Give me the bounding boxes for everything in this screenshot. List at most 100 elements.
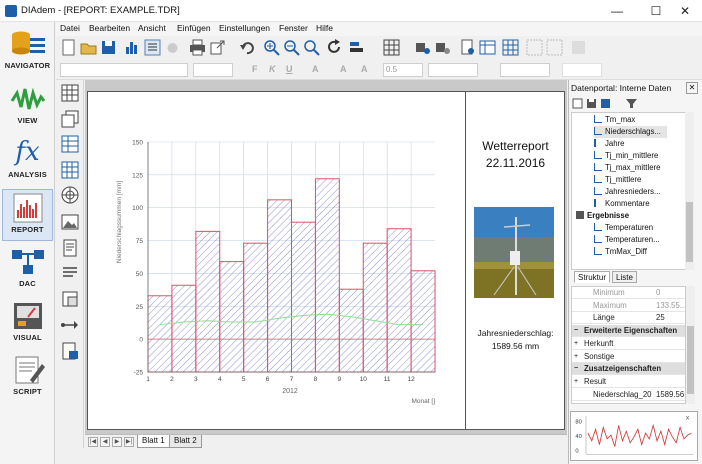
new-group-icon[interactable] bbox=[572, 98, 583, 109]
tree-item[interactable]: Tj_max_mittlere bbox=[594, 162, 660, 174]
grid-table-icon[interactable] bbox=[61, 161, 79, 179]
nav-item-dac[interactable]: DAC bbox=[2, 244, 53, 296]
properties-scrollbar[interactable] bbox=[686, 286, 695, 404]
tree-scroll-thumb[interactable] bbox=[686, 202, 693, 262]
data-table-icon[interactable] bbox=[61, 135, 79, 153]
property-row[interactable]: Niederschlag_20 1589.56 bbox=[572, 389, 685, 401]
print-icon[interactable] bbox=[189, 39, 206, 56]
expand-icon[interactable]: + bbox=[574, 376, 578, 388]
nav-item-view[interactable]: VIEW bbox=[2, 81, 53, 133]
new-file-icon[interactable] bbox=[60, 39, 77, 56]
zoom-fit-icon[interactable] bbox=[303, 39, 320, 56]
fill-color-combo[interactable] bbox=[562, 63, 602, 77]
portal-save-icon[interactable] bbox=[586, 98, 597, 109]
font-color-icon[interactable]: A bbox=[312, 64, 319, 74]
menu-ansicht[interactable]: Ansicht bbox=[138, 23, 166, 33]
shape-icon[interactable] bbox=[61, 290, 79, 308]
nav-item-visual[interactable]: VISUAL bbox=[2, 298, 53, 350]
collapse-icon[interactable]: − bbox=[574, 325, 578, 337]
property-row[interactable]: Länge 25 bbox=[572, 312, 685, 325]
page-settings-icon[interactable] bbox=[459, 39, 476, 56]
tree-item[interactable]: Niederschlags... bbox=[594, 126, 667, 138]
line-width-combo[interactable]: 0.5 bbox=[383, 63, 423, 77]
export-icon[interactable] bbox=[209, 39, 226, 56]
undo-icon[interactable] bbox=[239, 39, 256, 56]
underline-button[interactable]: U bbox=[286, 64, 293, 74]
font-name-combo[interactable] bbox=[60, 63, 188, 77]
precipitation-chart[interactable]: -2502550751001251501 2 3 4 5 6 7 8 9 10 11 12 Niede… bbox=[88, 92, 464, 428]
property-row[interactable]: + Sonstige bbox=[572, 351, 685, 363]
close-icon[interactable]: ✕ bbox=[668, 2, 702, 20]
bring-front-icon[interactable] bbox=[570, 39, 587, 56]
menu-einstellungen[interactable]: Einstellungen bbox=[219, 23, 270, 33]
property-row[interactable]: Maximum 133.55... bbox=[572, 300, 685, 312]
tree-item[interactable]: Ergebnisse bbox=[576, 210, 629, 222]
menu-hilfe[interactable]: Hilfe bbox=[316, 23, 333, 33]
tree-item[interactable]: Tj_min_mittlere bbox=[594, 150, 658, 162]
text-document-icon[interactable] bbox=[61, 239, 79, 257]
property-row[interactable]: + Herkunft bbox=[572, 338, 685, 350]
next-sheet-icon[interactable]: ▶ bbox=[112, 437, 122, 447]
curve-edit-icon[interactable] bbox=[434, 39, 451, 56]
panel-close-icon[interactable]: ✕ bbox=[686, 82, 698, 94]
property-row[interactable]: − Erweiterte Eigenschaften bbox=[572, 325, 685, 338]
zoom-out-icon[interactable] bbox=[283, 39, 300, 56]
bar-chart-icon[interactable] bbox=[124, 39, 141, 56]
zoom-in-icon[interactable] bbox=[263, 39, 280, 56]
matrix-icon[interactable] bbox=[502, 39, 519, 56]
preview-close-icon[interactable]: x bbox=[686, 415, 690, 422]
font-size-combo[interactable] bbox=[193, 63, 233, 77]
bold-button[interactable]: F bbox=[252, 64, 258, 74]
grid-icon[interactable] bbox=[383, 39, 400, 56]
formula-doc-icon[interactable] bbox=[61, 342, 79, 360]
prev-sheet-icon[interactable]: ◀ bbox=[100, 437, 110, 447]
tree-item[interactable]: Temperaturen... bbox=[594, 234, 660, 246]
nav-item-analysis[interactable]: fx ANALYSIS bbox=[2, 135, 53, 187]
last-sheet-icon[interactable]: ▶| bbox=[124, 437, 134, 447]
minimize-icon[interactable]: — bbox=[600, 2, 634, 20]
grow-font-icon[interactable]: A bbox=[340, 64, 347, 74]
tree-item[interactable]: Jahre bbox=[594, 138, 625, 150]
property-row[interactable]: Minimum 0 bbox=[572, 287, 685, 299]
table-object-icon[interactable] bbox=[479, 39, 496, 56]
menu-bearbeiten[interactable]: Bearbeiten bbox=[89, 23, 130, 33]
channel-tools-icon[interactable] bbox=[600, 98, 611, 109]
properties-scroll-thumb[interactable] bbox=[687, 326, 694, 394]
pan-hand-icon[interactable] bbox=[164, 39, 181, 56]
shrink-font-icon[interactable]: A bbox=[361, 64, 368, 74]
refresh-icon[interactable] bbox=[326, 39, 343, 56]
line-color-combo[interactable] bbox=[500, 63, 550, 77]
layers-icon[interactable] bbox=[61, 110, 79, 128]
open-folder-icon[interactable] bbox=[80, 39, 97, 56]
tab-struktur[interactable]: Struktur bbox=[574, 271, 611, 283]
collapse-icon[interactable]: − bbox=[574, 363, 578, 375]
nav-item-navigator[interactable]: NAVIGATOR bbox=[2, 26, 53, 78]
tree-item[interactable]: Kommentare bbox=[594, 198, 650, 210]
menu-fenster[interactable]: Fenster bbox=[279, 23, 308, 33]
nav-item-report[interactable]: REPORT bbox=[2, 189, 53, 241]
tree-item[interactable]: Temperaturen bbox=[594, 222, 653, 234]
menu-datei[interactable]: Datei bbox=[60, 23, 80, 33]
italic-button[interactable]: K bbox=[269, 64, 276, 74]
first-sheet-icon[interactable]: |◀ bbox=[88, 437, 98, 447]
group-icon[interactable] bbox=[526, 39, 543, 56]
ungroup-icon[interactable] bbox=[546, 39, 563, 56]
tree-item[interactable]: Jahresnieders... bbox=[594, 186, 660, 198]
tab-blatt-2[interactable]: Blatt 2 bbox=[169, 435, 202, 448]
filter-icon[interactable] bbox=[626, 98, 637, 109]
image-icon[interactable] bbox=[61, 213, 79, 231]
expand-icon[interactable]: + bbox=[574, 338, 578, 350]
line-arrow-icon[interactable] bbox=[61, 316, 79, 334]
tree-item[interactable]: TmMax_Diff bbox=[594, 246, 647, 258]
tab-liste[interactable]: Liste bbox=[612, 271, 637, 283]
align-icon[interactable] bbox=[348, 39, 365, 56]
text-lines-icon[interactable] bbox=[61, 264, 79, 282]
property-row[interactable]: + Result bbox=[572, 376, 685, 388]
tree-item[interactable]: Tj_mittlere bbox=[594, 174, 641, 186]
property-row[interactable]: − Zusatzeigenschaften bbox=[572, 363, 685, 376]
menu-einfuegen[interactable]: Einfügen bbox=[177, 23, 211, 33]
save-icon[interactable] bbox=[100, 39, 117, 56]
curve-settings-icon[interactable] bbox=[414, 39, 431, 56]
expand-icon[interactable]: + bbox=[574, 351, 578, 363]
tree-item[interactable]: Tm_max bbox=[594, 114, 635, 126]
